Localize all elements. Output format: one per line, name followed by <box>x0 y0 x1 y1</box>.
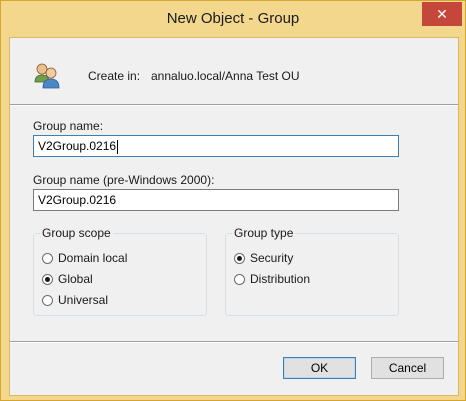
scope-domain-local-option[interactable]: Domain local <box>42 250 127 266</box>
radio-button[interactable] <box>42 252 53 264</box>
create-in-value: annaluo.local/Anna Test OU <box>151 69 300 83</box>
group-scope-box: Group scope Domain local Global Universa… <box>33 226 207 316</box>
scope-universal-option[interactable]: Universal <box>42 292 108 308</box>
scope-domain-local-label: Domain local <box>58 251 128 265</box>
text-caret <box>117 139 119 154</box>
header-separator <box>10 104 458 106</box>
radio-button[interactable] <box>234 273 245 285</box>
close-button[interactable]: ✕ <box>422 2 462 26</box>
type-security-option[interactable]: Security <box>234 250 293 266</box>
group-type-box: Group type Security Distribution <box>225 226 399 316</box>
scope-universal-label: Universal <box>58 293 109 307</box>
dialog-body: Create in: annaluo.local/Anna Test OU Gr… <box>9 37 459 396</box>
group-name-input[interactable]: V2Group.0216 <box>33 135 399 157</box>
radio-button[interactable] <box>42 294 53 306</box>
dialog-window: New Object - Group ✕ Create in: annaluo.… <box>0 0 466 401</box>
type-distribution-option[interactable]: Distribution <box>234 271 310 287</box>
footer-separator <box>10 341 458 343</box>
group-scope-title: Group scope <box>40 226 113 240</box>
group-name-value: V2Group.0216 <box>38 139 117 153</box>
group-icon <box>34 62 60 90</box>
scope-global-label: Global <box>58 272 93 286</box>
type-security-label: Security <box>250 251 294 265</box>
close-icon: ✕ <box>436 6 448 22</box>
radio-button-selected[interactable] <box>234 252 245 264</box>
cancel-button[interactable]: Cancel <box>371 357 444 379</box>
radio-button-selected[interactable] <box>42 273 53 285</box>
create-in-label: Create in: <box>88 69 141 83</box>
title-bar[interactable]: New Object - Group ✕ <box>1 1 465 37</box>
pre2000-name-value: V2Group.0216 <box>38 193 117 207</box>
scope-global-option[interactable]: Global <box>42 271 93 287</box>
group-name-label: Group name: <box>33 119 104 133</box>
pre2000-name-label: Group name (pre-Windows 2000): <box>33 173 215 187</box>
pre2000-name-input[interactable]: V2Group.0216 <box>33 189 399 211</box>
ok-button[interactable]: OK <box>283 357 356 379</box>
group-type-title: Group type <box>232 226 296 240</box>
window-title: New Object - Group <box>166 10 300 27</box>
type-distribution-label: Distribution <box>250 272 311 286</box>
